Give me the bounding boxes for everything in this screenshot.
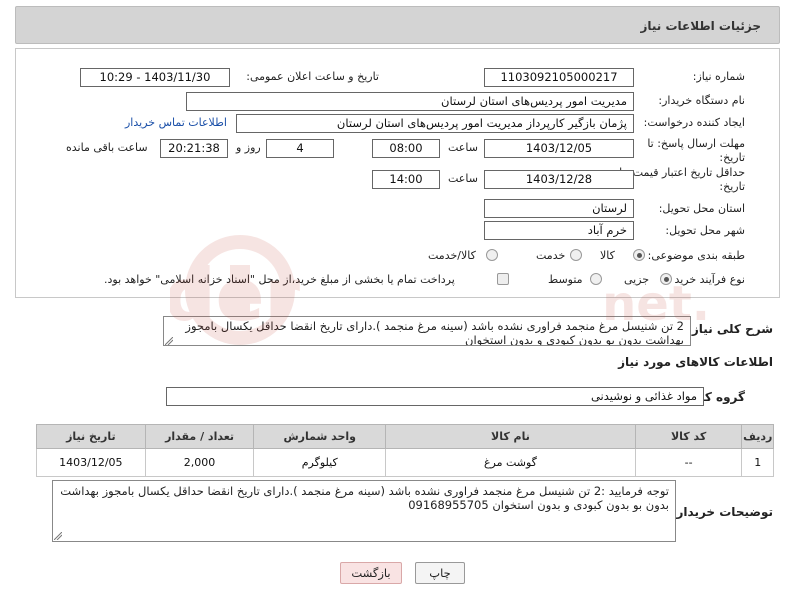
purchase-option-minor: جزیی — [624, 273, 650, 286]
col-header-quantity: تعداد / مقدار — [144, 424, 255, 449]
goods-section-title: اطلاعات کالاهای مورد نیاز — [618, 355, 773, 369]
back-button[interactable]: بازگشت — [340, 562, 402, 584]
category-option-service: خدمت — [536, 249, 566, 262]
category-radio-both[interactable] — [486, 249, 498, 261]
description-textarea[interactable]: 2 تن شنیسل مرغ منجمد فراوری نشده باشد (س… — [163, 316, 691, 346]
col-header-need-date: تاریخ نیاز — [36, 424, 146, 449]
table-row: 1 -- گوشت مرغ کیلوگرم 2,000 1403/12/05 — [36, 448, 774, 477]
need-number-value: 1103092105000217 — [484, 68, 634, 87]
buyer-org-label: نام دستگاه خریدار: — [658, 94, 745, 107]
description-text: 2 تن شنیسل مرغ منجمد فراوری نشده باشد (س… — [185, 319, 684, 346]
buyer-notes-label: توضیحات خریدار: — [671, 505, 773, 519]
remaining-time: 20:21:38 — [160, 139, 228, 158]
cell-need-date: 1403/12/05 — [36, 448, 146, 477]
purchase-type-label: نوع فرآیند خرید : — [667, 273, 745, 286]
page-header: جزئیات اطلاعات نیاز — [15, 6, 780, 44]
delivery-city-value: خرم آباد — [484, 221, 634, 240]
col-header-row-number: ردیف — [741, 424, 774, 449]
days-label: روز و — [236, 141, 261, 154]
treasury-payment-note: پرداخت تمام یا بخشی از مبلغ خرید،از محل … — [104, 273, 455, 286]
col-header-item-code: کد کالا — [634, 424, 743, 449]
category-option-goods: کالا — [600, 249, 615, 262]
announce-datetime-label: تاریخ و ساعت اعلان عمومی: — [246, 70, 379, 83]
buyer-notes-text: توجه فرمایید :2 تن شنیسل مرغ منجمد فراور… — [60, 484, 669, 512]
category-label: طبقه بندی موضوعی: — [647, 249, 745, 262]
cell-item-code: -- — [634, 448, 743, 477]
category-option-both: کالا/خدمت — [428, 249, 476, 262]
buyer-contact-link[interactable]: اطلاعات تماس خریدار — [125, 116, 227, 129]
cell-row-number: 1 — [741, 448, 774, 477]
price-validity-label-date: تاریخ: — [719, 180, 745, 193]
reply-deadline-label: مهلت ارسال پاسخ: تا — [647, 137, 745, 150]
goods-table: ردیف کد کالا نام کالا واحد شمارش تعداد /… — [36, 424, 774, 477]
reply-deadline-time: 08:00 — [372, 139, 440, 158]
reply-deadline-date: 1403/12/05 — [484, 139, 634, 158]
delivery-province-value: لرستان — [484, 199, 634, 218]
remaining-label: ساعت باقی مانده — [66, 141, 148, 154]
delivery-province-label: استان محل تحویل: — [658, 202, 745, 215]
category-radio-goods[interactable] — [633, 249, 645, 261]
price-time-label: ساعت — [448, 172, 478, 185]
col-header-item-name: نام کالا — [385, 424, 636, 449]
col-header-unit: واحد شمارش — [253, 424, 387, 449]
price-validity-time: 14:00 — [372, 170, 440, 189]
table-header-row: ردیف کد کالا نام کالا واحد شمارش تعداد /… — [36, 424, 774, 449]
cell-item-name: گوشت مرغ — [385, 448, 636, 477]
goods-group-value: مواد غذائی و نوشیدنی — [166, 387, 704, 406]
purchase-option-medium: متوسط — [548, 273, 583, 286]
cell-unit: کیلوگرم — [253, 448, 387, 477]
price-validity-date: 1403/12/28 — [484, 170, 634, 189]
page-title: جزئیات اطلاعات نیاز — [640, 19, 761, 33]
reply-deadline-label-date: تاریخ: — [719, 151, 745, 164]
category-radio-service[interactable] — [570, 249, 582, 261]
reply-time-label: ساعت — [448, 141, 478, 154]
buyer-notes-textarea[interactable]: توجه فرمایید :2 تن شنیسل مرغ منجمد فراور… — [52, 480, 676, 542]
requester-label: ایجاد کننده درخواست: — [643, 116, 745, 129]
print-button[interactable]: چاپ — [415, 562, 465, 584]
announce-datetime-value: 1403/11/30 - 10:29 — [80, 68, 230, 87]
resize-grip-icon[interactable] — [165, 337, 173, 345]
requester-value: پژمان بازگیر کارپرداز مدیریت امور پردیس‌… — [236, 114, 634, 133]
price-validity-label: حداقل تاریخ اعتبار قیمت: تا — [619, 166, 745, 179]
purchase-radio-minor[interactable] — [660, 273, 672, 285]
description-label: شرح کلی نیاز: — [687, 322, 773, 336]
cell-quantity: 2,000 — [144, 448, 255, 477]
remaining-days: 4 — [266, 139, 334, 158]
treasury-payment-checkbox[interactable] — [497, 273, 509, 285]
need-number-label: شماره نیاز: — [692, 70, 745, 83]
resize-grip-icon[interactable] — [54, 532, 62, 540]
purchase-radio-medium[interactable] — [590, 273, 602, 285]
delivery-city-label: شهر محل تحویل: — [665, 224, 745, 237]
buyer-org-value: مدیریت امور پردیس‌های استان لرستان — [186, 92, 634, 111]
